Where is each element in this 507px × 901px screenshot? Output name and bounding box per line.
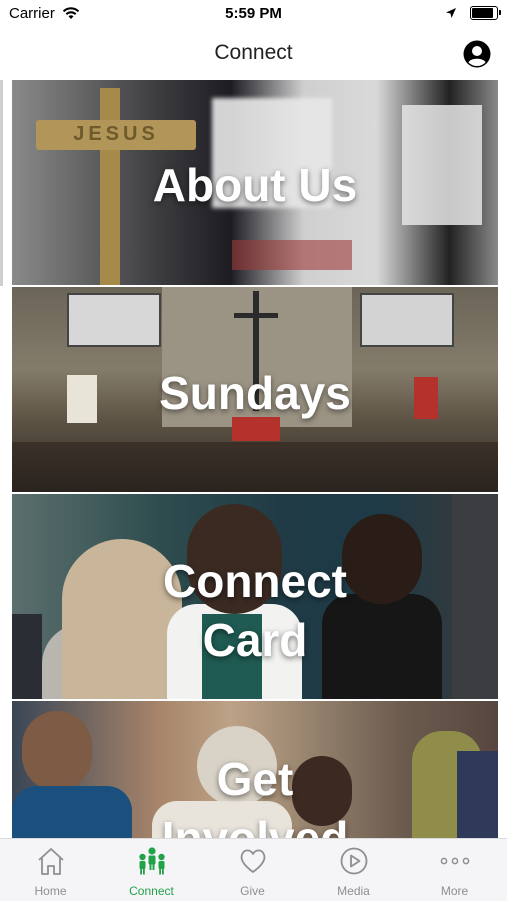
tab-label: Give (240, 884, 265, 898)
profile-button[interactable] (463, 40, 491, 68)
location-arrow-icon (445, 6, 457, 23)
tile-label-line2: Card (202, 614, 308, 666)
previous-page-edge (0, 80, 3, 286)
tab-label: Home (34, 884, 67, 898)
tile-label-line1: Get (216, 753, 294, 805)
tab-label: Connect (129, 884, 174, 898)
navigation-bar: Connect (0, 28, 507, 78)
page-title: Connect (214, 41, 293, 64)
status-time: 5:59 PM (225, 5, 282, 22)
tab-media[interactable]: Media (303, 839, 404, 901)
people-icon (139, 847, 165, 875)
user-profile-icon (463, 40, 491, 68)
tile-get-involved[interactable]: Get Involved (12, 701, 498, 838)
tile-connect-card[interactable]: Connect Card (12, 494, 498, 701)
play-icon (340, 847, 368, 875)
tile-label: About Us (152, 159, 358, 211)
connect-tiles-list: JESUS About Us Sundays Connect Card Get … (12, 80, 498, 838)
tab-more[interactable]: More (404, 839, 505, 901)
tab-give[interactable]: Give (202, 839, 303, 901)
tab-bar: Home Connect Give Media More (0, 838, 507, 901)
tab-home[interactable]: Home (0, 839, 101, 901)
ellipsis-icon (440, 857, 470, 865)
tile-sundays[interactable]: Sundays (12, 287, 498, 494)
heart-icon (240, 849, 266, 873)
status-bar: Carrier 5:59 PM (0, 0, 507, 28)
tab-label: More (440, 884, 469, 898)
tile-label-line1: Connect (163, 555, 347, 607)
tile-label: Sundays (159, 367, 351, 419)
home-icon (38, 848, 64, 875)
tab-connect[interactable]: Connect (101, 839, 202, 901)
tab-label: Media (337, 884, 370, 898)
tile-about-us[interactable]: JESUS About Us (12, 80, 498, 287)
battery-icon (470, 6, 501, 20)
tile-label-line2: Involved (161, 812, 349, 838)
